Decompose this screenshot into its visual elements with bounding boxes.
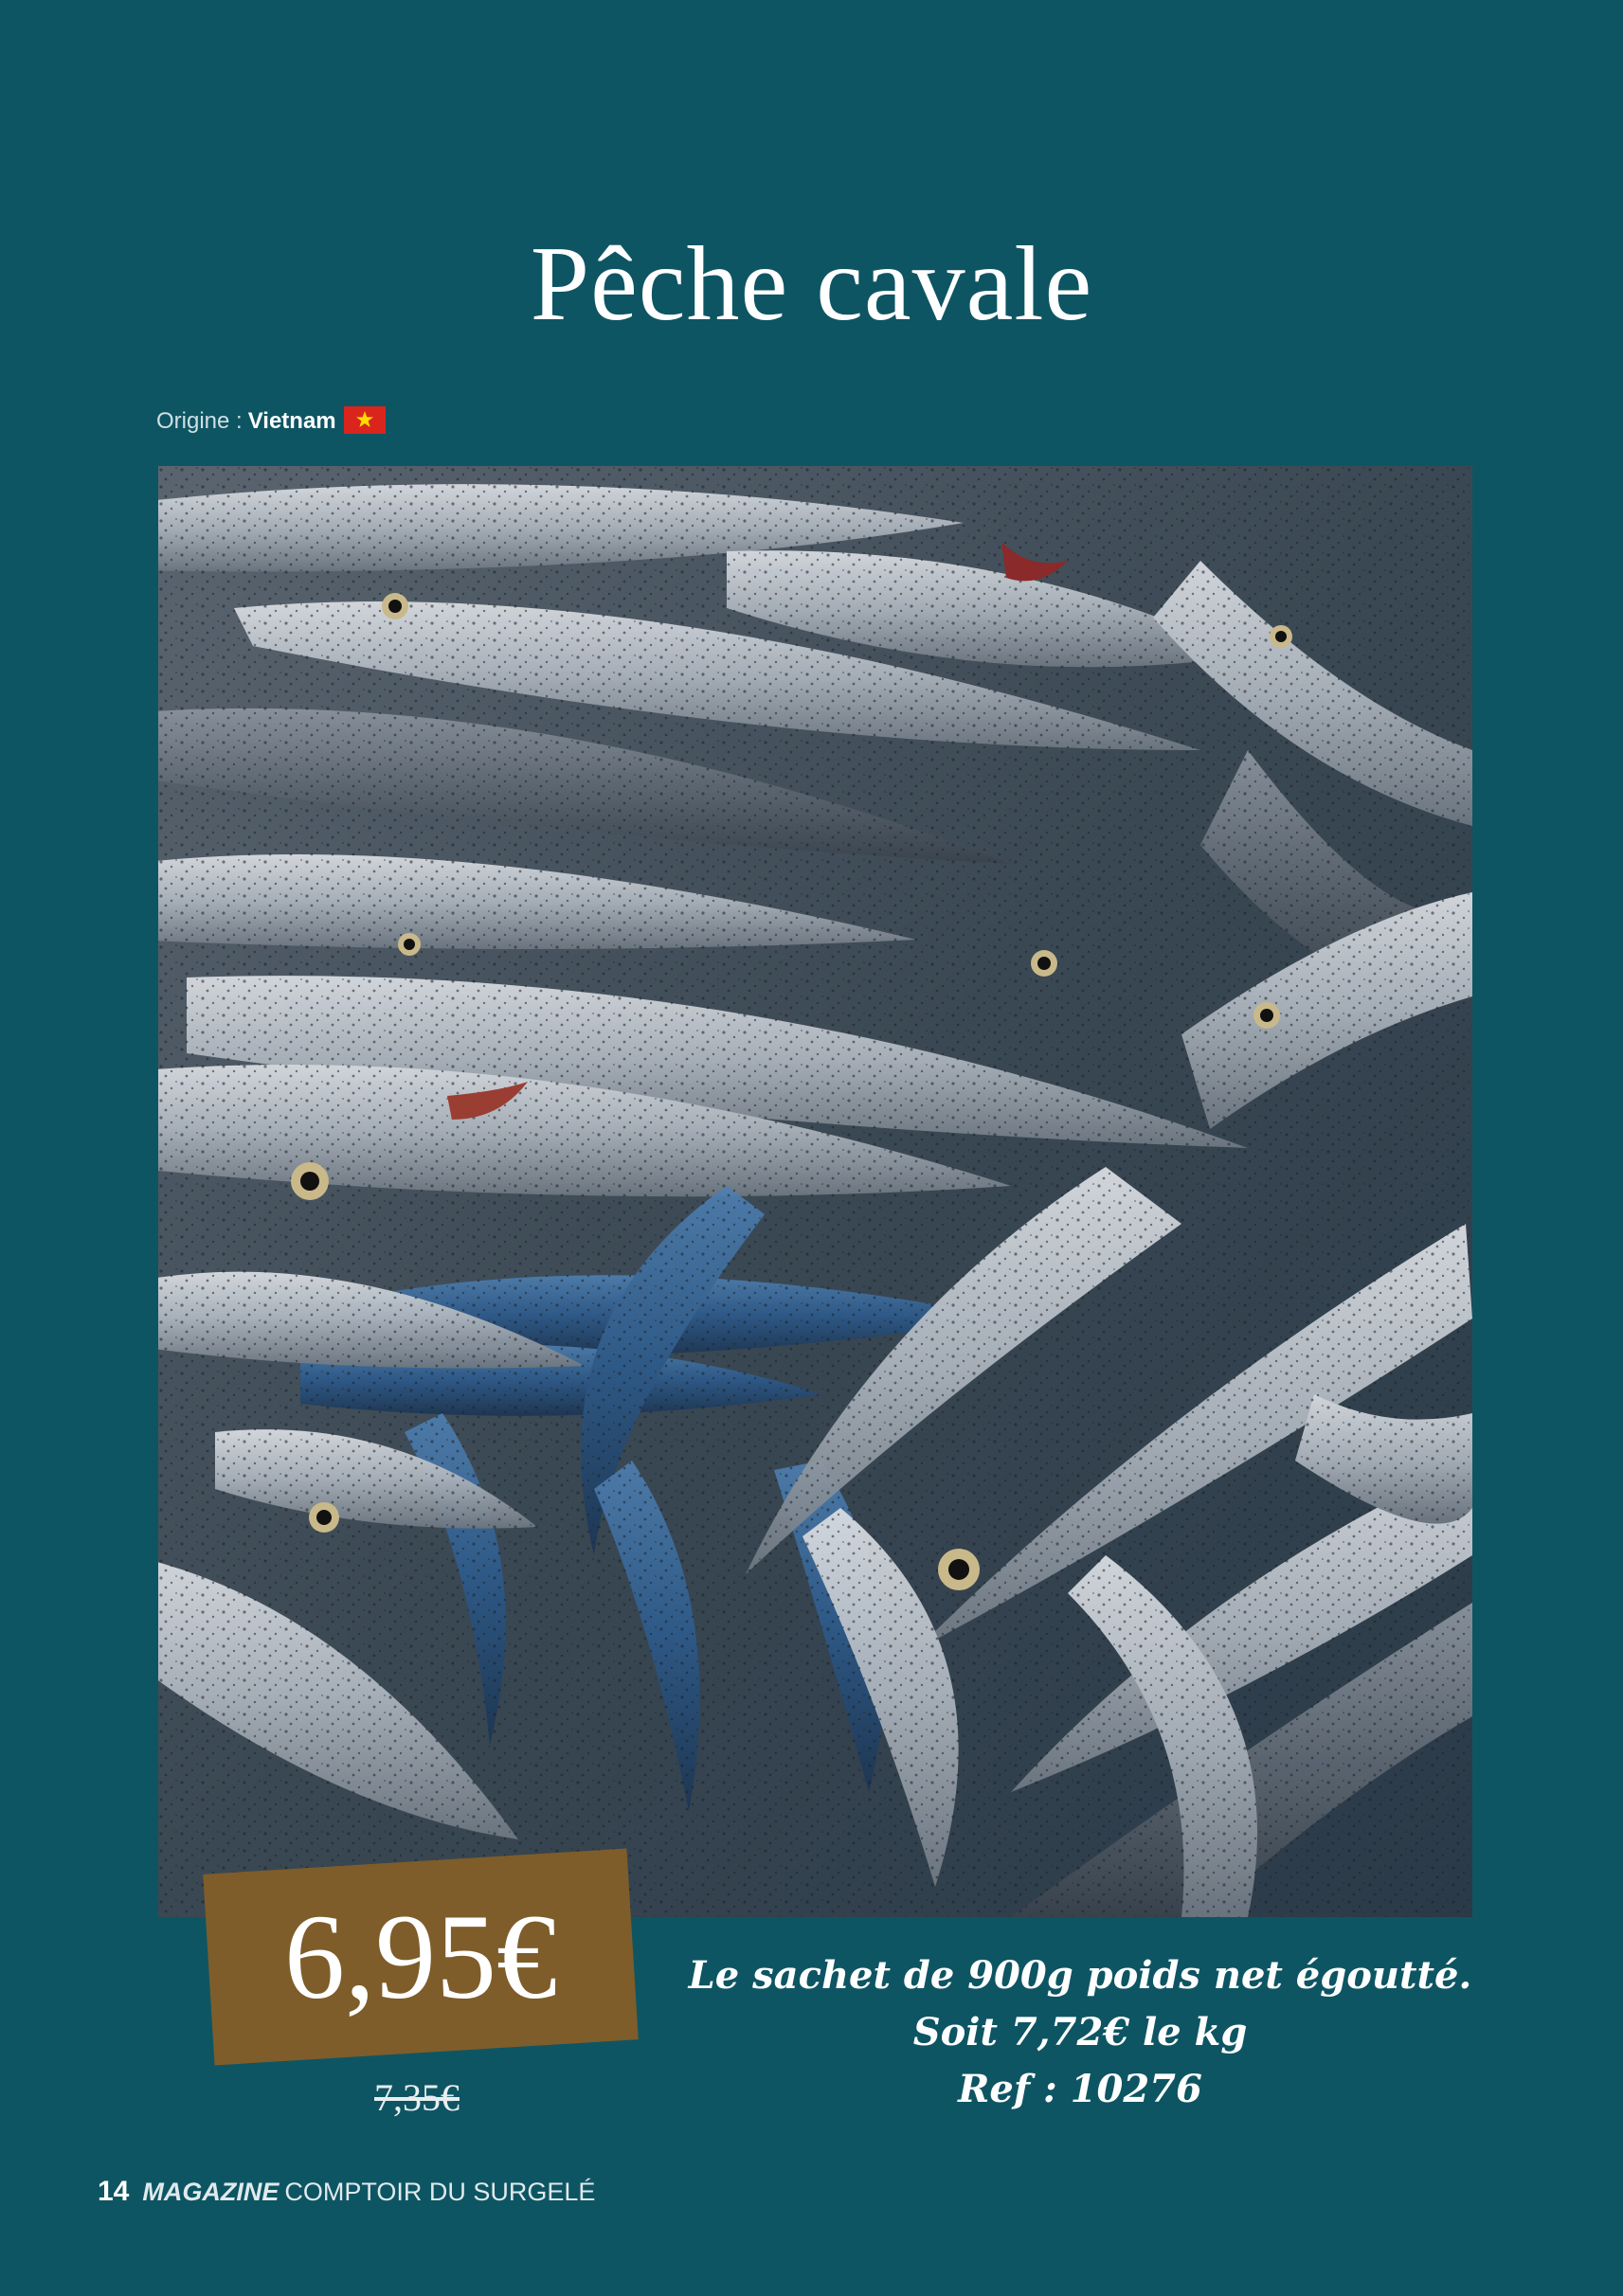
description-line: Le sachet de 900g poids net égoutté. [688, 1953, 1472, 1998]
brand-name: COMPTOIR DU SURGELÉ [284, 2178, 596, 2206]
vietnam-flag-icon [343, 405, 386, 434]
product-description: Le sachet de 900g poids net égoutté. Soi… [663, 1947, 1497, 2118]
page-number: 14 [98, 2176, 130, 2207]
page-title: Pêche cavale [530, 225, 1093, 343]
magazine-label: MAGAZINE [142, 2178, 280, 2206]
old-price: 7,35€ [374, 2076, 460, 2119]
origin-country: Vietnam [247, 408, 336, 434]
price: 6,95€ [284, 1890, 557, 2024]
fish-photo [158, 466, 1472, 1917]
description-line: Soit 7,72€ le kg [912, 2010, 1248, 2054]
origin-line: Origine : Vietnam [156, 405, 386, 438]
description-line: Ref : 10276 [958, 2067, 1202, 2111]
page-footer: 14 MAGAZINE COMPTOIR DU SURGELÉ [98, 2175, 595, 2209]
origin-label: Origine : [156, 408, 243, 434]
price-tag: 6,95€ [203, 1848, 639, 2066]
